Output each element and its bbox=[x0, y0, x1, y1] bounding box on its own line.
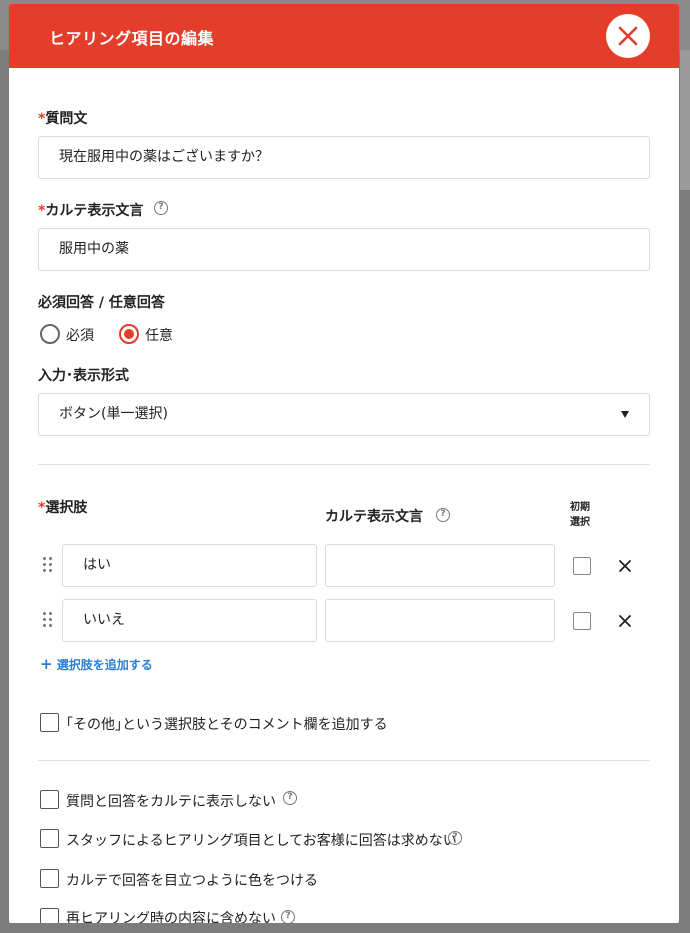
dropdown-arrow-icon bbox=[621, 411, 629, 418]
input-format-selected: ボタン(単一選択) bbox=[59, 406, 168, 422]
default-select-line2: 選択 bbox=[570, 517, 590, 528]
highlight-answer-checkbox[interactable] bbox=[40, 869, 59, 888]
choice-karte-input[interactable] bbox=[325, 599, 555, 642]
background-sidebar bbox=[680, 50, 690, 190]
staff-only-label: スタッフによるヒアリング項目としてお客様に回答は求めない bbox=[66, 833, 457, 849]
karte-text-label: *カルテ表示文言 bbox=[38, 200, 143, 220]
divider bbox=[38, 760, 650, 761]
exclude-rehearing-checkbox[interactable] bbox=[40, 908, 59, 923]
input-format-select[interactable]: ボタン(単一選択) bbox=[38, 393, 650, 436]
modal-title: ヒアリング項目の編集 bbox=[49, 29, 215, 48]
close-button[interactable] bbox=[606, 14, 650, 58]
radio-optional[interactable] bbox=[119, 324, 139, 344]
help-icon[interactable]: ? bbox=[283, 791, 297, 805]
default-select-checkbox[interactable] bbox=[573, 557, 591, 575]
default-select-checkbox[interactable] bbox=[573, 612, 591, 630]
remove-choice-icon[interactable] bbox=[618, 559, 632, 573]
question-label-text: 質問文 bbox=[45, 111, 88, 127]
hide-in-karte-label: 質問と回答をカルテに表示しない bbox=[66, 794, 276, 810]
help-icon[interactable]: ? bbox=[448, 831, 462, 845]
choice-karte-input[interactable] bbox=[325, 544, 555, 587]
choice-input[interactable]: はい bbox=[62, 544, 317, 587]
choices-label-text: 選択肢 bbox=[45, 500, 88, 516]
add-other-option-checkbox[interactable] bbox=[40, 713, 59, 732]
karte-text-input[interactable]: 服用中の薬 bbox=[38, 228, 650, 271]
answer-type-label: 必須回答 / 任意回答 bbox=[38, 295, 165, 311]
help-icon[interactable]: ? bbox=[281, 910, 295, 923]
add-other-option-label: ｢その他｣という選択肢とそのコメント欄を追加する bbox=[66, 717, 388, 733]
close-icon bbox=[618, 26, 638, 46]
karte-text-label-text: カルテ表示文言 bbox=[45, 203, 144, 219]
help-icon[interactable]: ? bbox=[154, 201, 168, 215]
choice-input[interactable]: いいえ bbox=[62, 599, 317, 642]
add-choice-link[interactable]: + 選択肢を追加する bbox=[40, 655, 153, 673]
drag-handle-icon[interactable] bbox=[43, 557, 53, 573]
plus-icon: + bbox=[40, 655, 53, 673]
edit-modal: ヒアリング項目の編集 *質問文 現在服用中の薬はございますか？ *カルテ表示文言… bbox=[9, 4, 679, 923]
input-format-label: 入力･表示形式 bbox=[38, 368, 129, 384]
modal-header: ヒアリング項目の編集 bbox=[9, 4, 679, 68]
default-select-line1: 初期 bbox=[570, 502, 590, 513]
question-label: *質問文 bbox=[38, 108, 87, 128]
radio-optional-label: 任意 bbox=[145, 328, 173, 344]
choices-karte-column-label: カルテ表示文言 bbox=[325, 509, 423, 525]
hide-in-karte-checkbox[interactable] bbox=[40, 790, 59, 809]
radio-required-label: 必須 bbox=[66, 328, 94, 344]
divider bbox=[38, 464, 650, 465]
exclude-rehearing-label: 再ヒアリング時の内容に含めない bbox=[66, 911, 276, 923]
radio-required[interactable] bbox=[40, 324, 60, 344]
choices-label: *選択肢 bbox=[38, 497, 87, 517]
question-input[interactable]: 現在服用中の薬はございますか？ bbox=[38, 136, 650, 179]
add-choice-label: 選択肢を追加する bbox=[56, 658, 153, 672]
staff-only-checkbox[interactable] bbox=[40, 829, 59, 848]
drag-handle-icon[interactable] bbox=[43, 612, 53, 628]
remove-choice-icon[interactable] bbox=[618, 614, 632, 628]
highlight-answer-label: カルテで回答を目立つように色をつける bbox=[66, 873, 318, 889]
help-icon[interactable]: ? bbox=[436, 508, 450, 522]
default-select-column-label: 初期 選択 bbox=[570, 500, 590, 530]
